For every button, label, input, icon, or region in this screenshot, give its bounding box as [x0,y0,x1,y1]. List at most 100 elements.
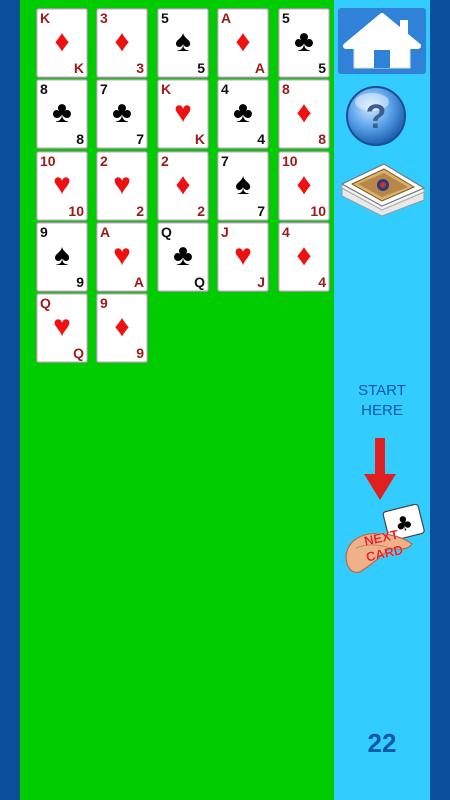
card-rank-top: J [221,224,229,240]
heart-suit-icon: ♥ [53,168,71,201]
playing-card[interactable]: 8 ♣ 8 [36,79,88,149]
playing-card[interactable]: 9 ♠ 9 [36,222,88,292]
card-rank-top: 10 [40,153,56,169]
playing-card[interactable]: 2 ♦ 2 [157,151,209,221]
card-rank-bottom: A [133,274,144,290]
home-icon [343,13,421,69]
card-rank-top: 5 [161,10,169,26]
card-rank-bottom: 7 [136,131,144,147]
right-border [430,0,450,800]
svg-text:?: ? [366,98,387,136]
club-suit-icon: ♣ [294,25,314,58]
card-rank-top: 2 [100,153,108,169]
playing-card[interactable]: K ♦ K [36,8,88,78]
diamond-suit-icon: ♦ [296,96,312,129]
start-here-hint: START HERE [340,381,424,421]
card-rank-bottom: 7 [257,203,265,219]
playing-card[interactable]: 5 ♣ 5 [278,8,330,78]
diamond-suit-icon: ♦ [114,25,130,58]
card-rank-top: K [161,81,172,97]
playing-card[interactable]: 7 ♣ 7 [96,79,148,149]
start-text-line1: START [358,382,406,399]
playing-card[interactable]: Q ♣ Q [157,222,209,292]
playing-card[interactable]: 5 ♠ 5 [157,8,209,78]
playing-card[interactable]: 3 ♦ 3 [96,8,148,78]
remaining-card-count: 22 [367,728,397,758]
card-rank-top: 3 [100,10,108,26]
card-rank-top: 2 [161,153,169,169]
playing-card[interactable]: 9 ♦ 9 [96,293,148,363]
card-deck-icon [340,163,426,217]
card-rank-bottom: 2 [136,203,144,219]
card-rank-bottom: 8 [318,131,326,147]
card-rank-bottom: 3 [136,60,144,76]
help-button[interactable]: ? [344,84,408,148]
card-rank-bottom: 10 [310,203,326,219]
club-suit-icon: ♣ [52,96,72,129]
card-rank-top: 7 [100,81,108,97]
playing-card[interactable]: 4 ♦ 4 [278,222,330,292]
card-rank-bottom: 2 [197,203,205,219]
diamond-suit-icon: ♦ [114,310,130,343]
card-rank-bottom: 4 [257,131,265,147]
card-rank-bottom: A [254,60,265,76]
club-suit-icon: ♣ [233,96,253,129]
card-rank-top: 8 [40,81,48,97]
diamond-suit-icon: ♦ [235,25,251,58]
playing-card[interactable]: 8 ♦ 8 [278,79,330,149]
card-rank-bottom: 9 [136,345,144,361]
playing-card[interactable]: 7 ♠ 7 [217,151,269,221]
club-suit-icon: ♣ [173,239,193,272]
spade-suit-icon: ♠ [175,25,191,58]
playing-card[interactable]: Q ♥ Q [36,293,88,363]
card-rank-top: A [221,10,232,26]
diamond-suit-icon: ♦ [296,168,312,201]
card-rank-bottom: 8 [76,131,84,147]
card-rank-top: 4 [282,224,290,240]
card-rank-bottom: 9 [76,274,84,290]
home-button[interactable] [338,8,426,74]
club-suit-icon: ♣ [112,96,132,129]
card-rank-top: 8 [282,81,290,97]
card-rank-bottom: K [194,131,205,147]
playing-card[interactable]: 10 ♥ 10 [36,151,88,221]
card-rank-bottom: Q [73,345,84,361]
playing-card[interactable]: J ♥ J [217,222,269,292]
card-rank-bottom: 5 [318,60,326,76]
card-rank-bottom: J [257,274,265,290]
card-rank-top: K [40,10,51,26]
heart-suit-icon: ♥ [234,239,252,272]
down-arrow-icon [364,438,396,500]
deck-pile[interactable] [336,154,428,217]
playing-card[interactable]: K ♥ K [157,79,209,149]
card-rank-bottom: Q [194,274,205,290]
start-text-line2: HERE [361,402,403,419]
card-rank-top: Q [40,295,51,311]
playing-card[interactable]: 2 ♥ 2 [96,151,148,221]
spade-suit-icon: ♠ [235,168,251,201]
playing-card[interactable]: A ♥ A [96,222,148,292]
card-rank-top: 9 [40,224,48,240]
diamond-suit-icon: ♦ [54,25,70,58]
playing-card[interactable]: A ♦ A [217,8,269,78]
heart-suit-icon: ♥ [174,96,192,129]
card-rank-top: 5 [282,10,290,26]
card-rank-top: Q [161,224,172,240]
card-rank-bottom: 5 [197,60,205,76]
card-rank-top: 7 [221,153,229,169]
card-rank-top: 10 [282,153,298,169]
playing-card[interactable]: 10 ♦ 10 [278,151,330,221]
playing-card[interactable]: 4 ♣ 4 [217,79,269,149]
card-rank-bottom: 4 [318,274,326,290]
card-rank-top: 9 [100,295,108,311]
heart-suit-icon: ♥ [53,310,71,343]
heart-suit-icon: ♥ [113,168,131,201]
card-rank-bottom: 10 [68,203,84,219]
spade-suit-icon: ♠ [54,239,70,272]
heart-suit-icon: ♥ [113,239,131,272]
diamond-suit-icon: ♦ [296,239,312,272]
card-rank-bottom: K [73,60,84,76]
card-rank-top: A [100,224,111,240]
diamond-suit-icon: ♦ [175,168,191,201]
question-mark-icon: ? [346,86,406,146]
